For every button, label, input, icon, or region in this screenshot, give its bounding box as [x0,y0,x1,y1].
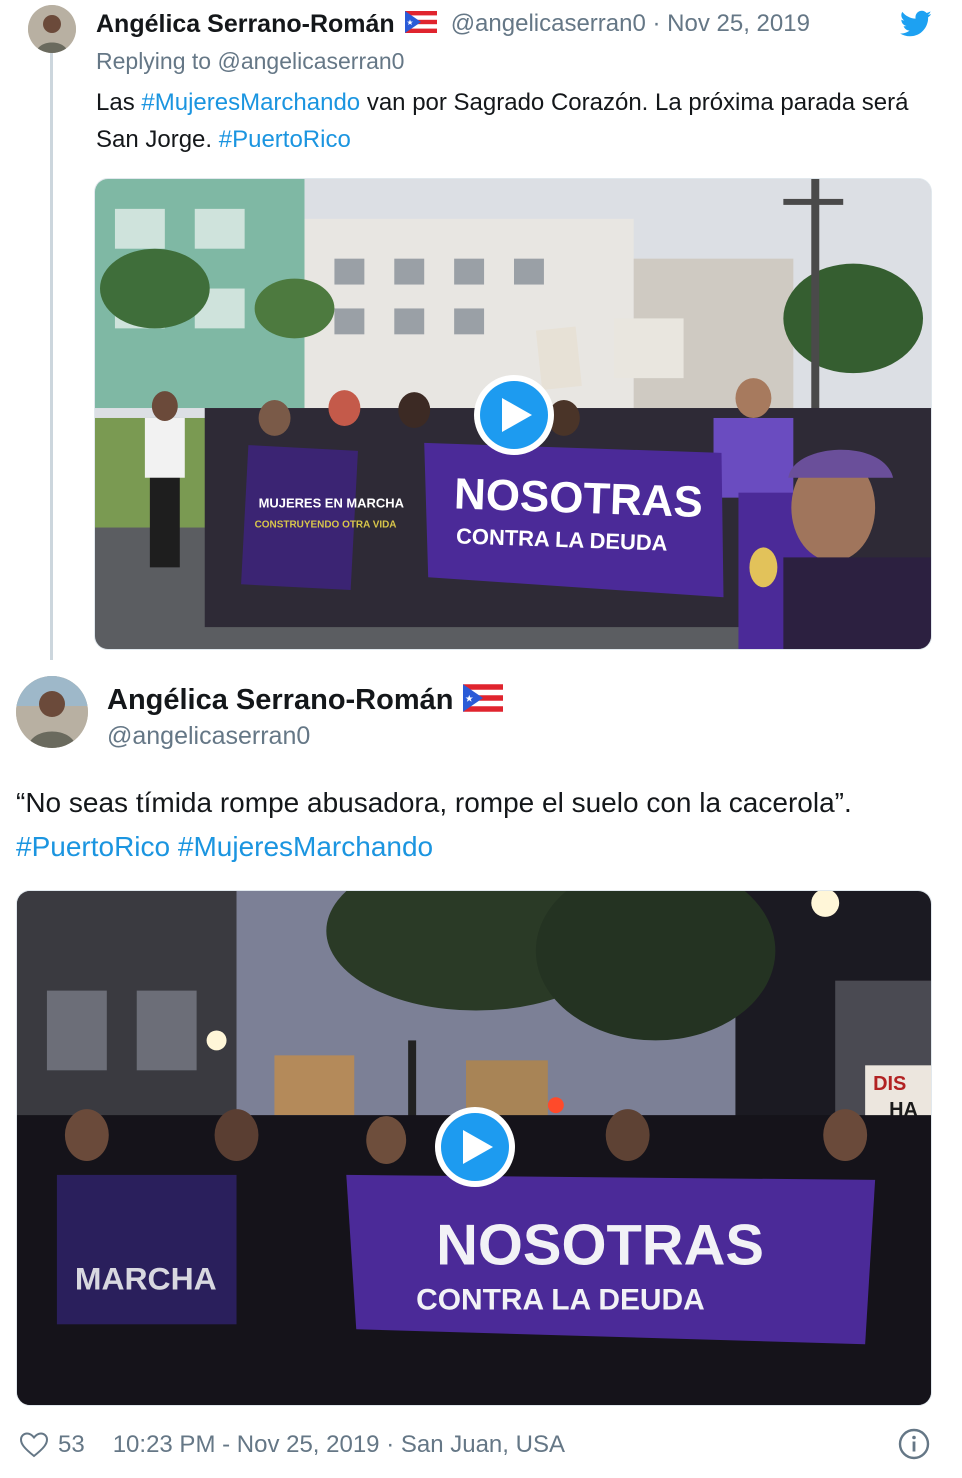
hashtag-link[interactable]: #PuertoRico [16,831,170,862]
tweet-header: Angélica Serrano-Román @angelicaserran0 … [96,8,810,40]
author-name[interactable]: Angélica Serrano-Román [96,10,395,39]
handle-and-date[interactable]: @angelicaserran0 · Nov 25, 2019 [451,10,810,38]
avatar[interactable] [16,676,88,748]
author-name[interactable]: Angélica Serrano-Román [107,684,453,717]
avatar[interactable] [28,5,76,53]
info-icon[interactable] [898,1428,930,1460]
play-icon [441,1113,509,1181]
twitter-bird-icon[interactable] [900,10,932,38]
tweet-footer: 53 10:23 PM - Nov 25, 2019 · San Juan, U… [20,1426,565,1464]
text-segment [170,831,178,862]
hashtag-link[interactable]: #MujeresMarchando [178,831,433,862]
left-banner-text-2: CONSTRUYENDO OTRA VIDA [255,520,397,531]
play-icon [480,381,548,449]
puerto-rico-flag-icon [463,684,504,717]
tweet-text: “No seas tímida rompe abusadora, rompe e… [16,781,946,869]
left-banner-text-1: MUJERES EN MARCHA [259,496,404,511]
banner-big-text: NOSOTRAS [436,1214,764,1278]
puerto-rico-flag-icon [404,10,437,38]
replying-to: Replying to @angelicaserran0 [96,48,404,75]
video-thumbnail[interactable]: DIS HA MARCHA NOSOTRAS CONTRA LA DEUDA [16,890,932,1406]
play-button[interactable] [474,375,554,455]
text-segment: “No seas tímida rompe abusadora, rompe e… [16,787,852,818]
timestamp-location[interactable]: 10:23 PM - Nov 25, 2019 · San Juan, USA [113,1431,565,1459]
heart-icon[interactable] [20,1432,48,1458]
hashtag-link[interactable]: #MujeresMarchando [141,89,360,116]
like-count[interactable]: 53 [58,1431,85,1459]
author-name-row: Angélica Serrano-Román [107,684,504,717]
replying-to-handle[interactable]: @angelicaserran0 [217,48,404,74]
banner-big-text: NOSOTRAS [453,469,703,527]
play-button[interactable] [435,1107,515,1187]
tweet-text: Las #MujeresMarchando van por Sagrado Co… [96,84,932,158]
hashtag-link[interactable]: #PuertoRico [219,126,351,153]
video-thumbnail[interactable]: MUJERES EN MARCHA CONSTRUYENDO OTRA VIDA… [94,178,932,650]
sign-text-1: DIS [873,1073,906,1095]
replying-to-label: Replying to [96,48,218,74]
text-segment: Las [96,89,142,116]
thread-connector-line [50,52,53,660]
banner-small-text: CONTRA LA DEUDA [416,1283,705,1316]
left-banner-text: MARCHA [75,1260,217,1296]
author-handle[interactable]: @angelicaserran0 [107,722,310,751]
